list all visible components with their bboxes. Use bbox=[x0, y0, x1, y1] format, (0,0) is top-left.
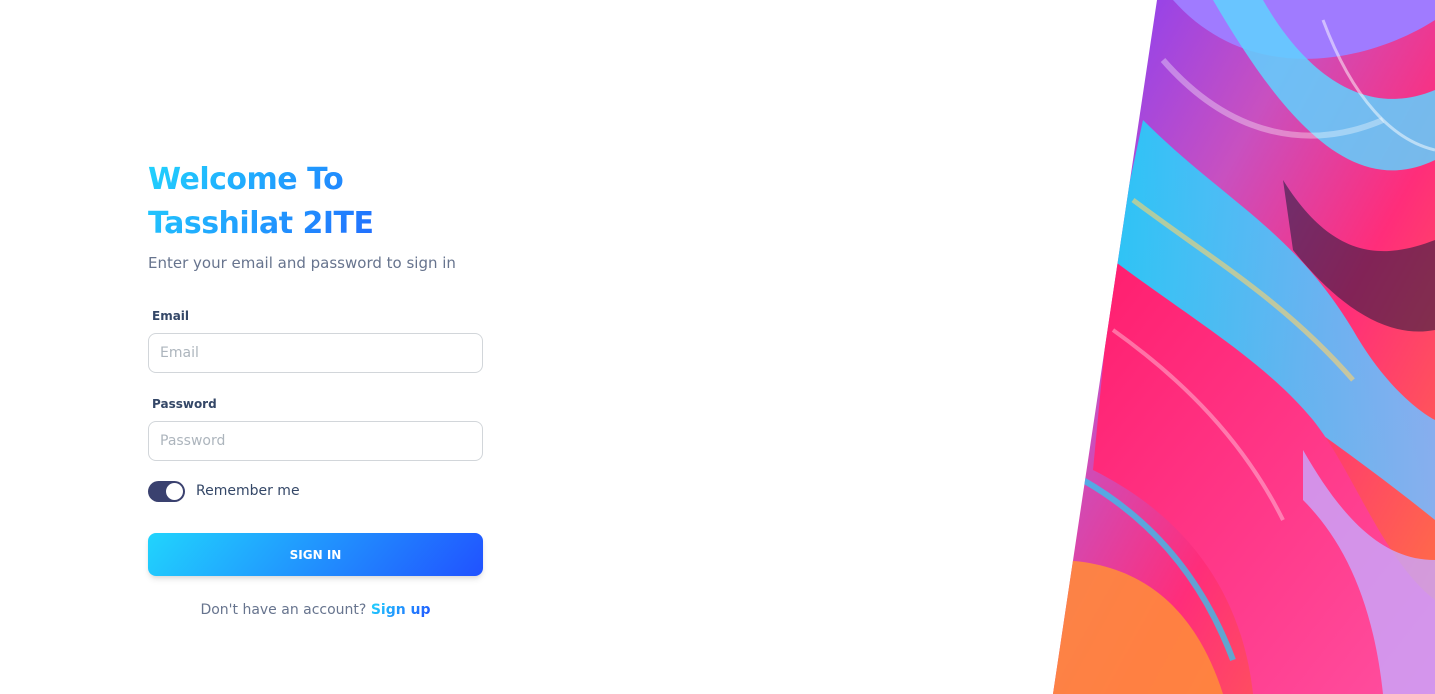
password-label: Password bbox=[152, 397, 217, 411]
signup-prompt-row: Don't have an account? Sign up bbox=[148, 602, 483, 618]
email-label: Email bbox=[152, 309, 190, 323]
page-title: Welcome To Tasshilat 2ITE bbox=[148, 158, 448, 246]
remember-me-row: Remember me bbox=[148, 479, 483, 503]
signup-prompt-text: Don't have an account? bbox=[200, 602, 367, 618]
remember-me-label[interactable]: Remember me bbox=[196, 483, 300, 499]
sign-up-link[interactable]: Sign up bbox=[371, 602, 431, 618]
hero-image bbox=[1053, 0, 1435, 694]
abstract-swirl-artwork-icon bbox=[1053, 0, 1435, 694]
remember-me-toggle[interactable] bbox=[148, 480, 185, 502]
login-form: Welcome To Tasshilat 2ITE Enter your ema… bbox=[148, 158, 483, 618]
sign-in-button[interactable]: SIGN IN bbox=[148, 533, 483, 576]
password-input[interactable] bbox=[148, 421, 483, 461]
page-subtitle: Enter your email and password to sign in bbox=[148, 254, 456, 272]
toggle-knob bbox=[166, 482, 183, 500]
email-input[interactable] bbox=[148, 333, 483, 373]
